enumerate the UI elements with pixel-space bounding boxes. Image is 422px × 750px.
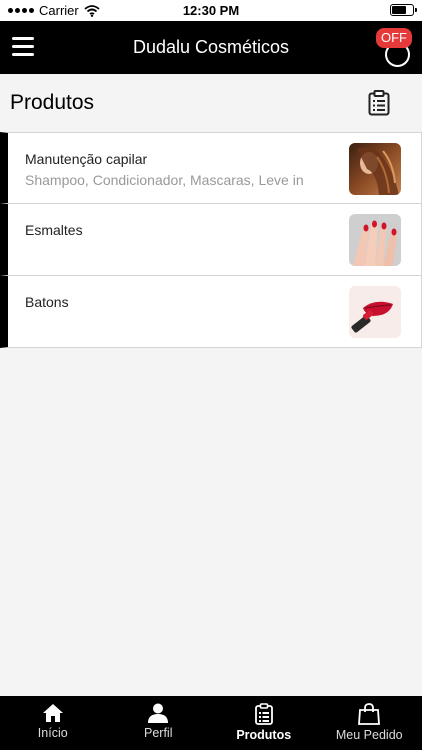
list-item-title: Esmaltes <box>25 222 83 238</box>
tab-produtos[interactable]: Produtos <box>211 696 317 750</box>
tab-inicio[interactable]: Início <box>0 696 106 750</box>
page-title: Produtos <box>10 91 95 114</box>
list-item-manutencao-capilar[interactable]: Manutenção capilar Shampoo, Condicionado… <box>0 132 422 204</box>
product-list: Manutenção capilar Shampoo, Condicionado… <box>0 132 422 348</box>
list-item-subtitle: Shampoo, Condicionador, Mascaras, Leve i… <box>25 172 304 188</box>
tab-perfil[interactable]: Perfil <box>106 696 212 750</box>
clipboard-icon[interactable] <box>368 90 390 116</box>
shopping-bag-icon <box>358 703 381 725</box>
power-toggle-button[interactable]: OFF <box>370 28 412 68</box>
user-icon <box>148 703 169 723</box>
battery-icon <box>390 4 417 16</box>
home-icon <box>42 704 63 722</box>
list-item-title: Batons <box>25 294 69 310</box>
app-title: Dudalu Cosméticos <box>132 37 290 57</box>
nails-photo <box>349 214 401 266</box>
tab-label: Meu Pedido <box>335 728 403 742</box>
tab-meu-pedido[interactable]: Meu Pedido <box>317 696 422 750</box>
lipstick-photo <box>349 286 401 338</box>
section-header: Produtos <box>0 74 422 132</box>
hair-photo <box>349 143 401 195</box>
tab-label: Perfil <box>144 726 173 740</box>
off-badge: OFF <box>376 28 412 48</box>
list-item-esmaltes[interactable]: Esmaltes <box>0 204 422 276</box>
tab-bar: Início Perfil Produtos Meu Pedido <box>0 696 422 750</box>
tab-label: Início <box>37 726 68 740</box>
clipboard-icon <box>254 703 273 725</box>
status-time: 12:30 PM <box>182 3 240 18</box>
list-item-batons[interactable]: Batons <box>0 276 422 348</box>
tab-label: Produtos <box>236 728 292 742</box>
list-item-title: Manutenção capilar <box>25 151 148 167</box>
status-bar: Carrier 12:30 PM <box>0 0 422 21</box>
nav-bar: Dudalu Cosméticos OFF <box>0 21 422 74</box>
